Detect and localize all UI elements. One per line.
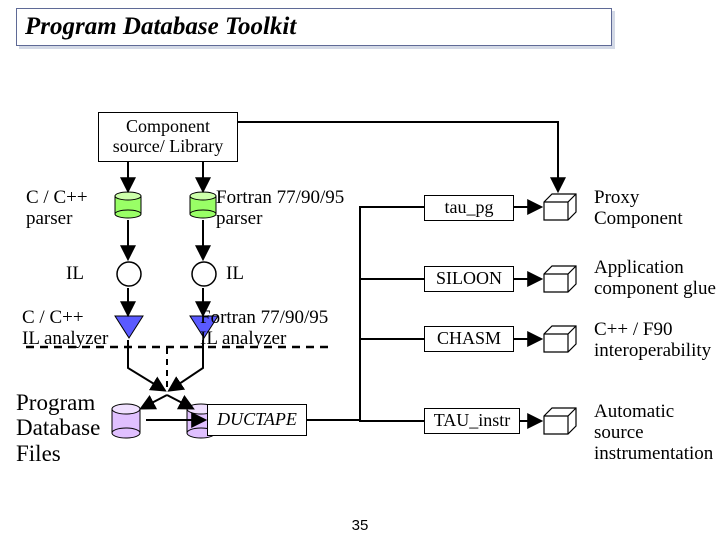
pdf-label: Program Database Files [16, 390, 100, 466]
tau-pg-cube-icon [544, 194, 576, 220]
interop-label: C++ / F90 interoperability [594, 320, 711, 362]
db-cylinder-icon [112, 404, 140, 438]
tau-instr-cube-icon [544, 408, 576, 434]
autoinstr-label: Automatic source instrumentation [594, 402, 720, 465]
siloon-box: SILOON [424, 266, 514, 292]
title-text: Program Database Toolkit [25, 13, 296, 41]
chasm-label: CHASM [437, 329, 501, 349]
ductape-box: DUCTAPE [207, 404, 307, 436]
tau-instr-label: TAU_instr [434, 411, 511, 431]
siloon-cube-icon [544, 266, 576, 292]
fortran-parser-cylinder-icon [190, 192, 216, 218]
cpp-parser-label: C / C++ parser [26, 188, 88, 230]
cpp-parser-cylinder-icon [115, 192, 141, 218]
chasm-cube-icon [544, 326, 576, 352]
il-circle-icon [117, 262, 141, 286]
appglue-label: Application component glue [594, 258, 716, 300]
cpp-analyzer-label: C / C++ IL analyzer [22, 308, 108, 350]
cpp-analyzer-triangle-icon [115, 316, 143, 338]
title-box: Program Database Toolkit [16, 8, 612, 46]
component-label: Component source/ Library [113, 117, 223, 157]
fortran-analyzer-label: Fortran 77/90/95 IL analyzer [200, 308, 328, 350]
il-label-left: IL [66, 264, 84, 285]
chasm-box: CHASM [424, 326, 514, 352]
proxy-label: Proxy Component [594, 188, 683, 230]
tau-instr-box: TAU_instr [424, 408, 520, 434]
tau-pg-label: tau_pg [445, 198, 494, 218]
il-label-right: IL [226, 264, 244, 285]
fortran-parser-label: Fortran 77/90/95 parser [216, 188, 344, 230]
slide-number: 35 [0, 517, 720, 534]
tau-pg-box: tau_pg [424, 195, 514, 221]
siloon-label: SILOON [436, 269, 502, 289]
component-box: Component source/ Library [98, 112, 238, 162]
il-circle-icon [192, 262, 216, 286]
ductape-label: DUCTAPE [217, 410, 297, 430]
